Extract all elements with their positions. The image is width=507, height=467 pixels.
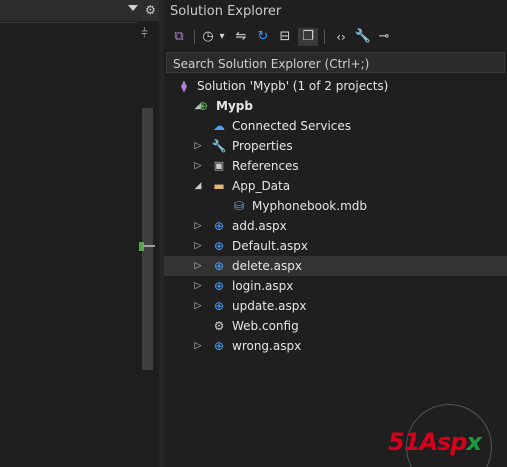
- sync-icon[interactable]: ⇋: [232, 28, 250, 46]
- expand-arrow-icon[interactable]: ▷: [193, 336, 203, 356]
- solution-icon: ⧫: [181, 79, 187, 93]
- tree-item[interactable]: ⚙ Web.config: [164, 316, 507, 336]
- code-view-icon[interactable]: ‹›: [331, 28, 351, 46]
- refresh-icon[interactable]: ↻: [254, 28, 272, 46]
- tree-item[interactable]: ▷ ⊕ delete.aspx: [164, 256, 507, 276]
- tree-item[interactable]: ▷ ▣ References: [164, 156, 507, 176]
- tree-item[interactable]: ◢ ▬ App_Data: [164, 176, 507, 196]
- project-icon: ⊕: [197, 99, 209, 113]
- web-page-icon: ⊕: [213, 239, 225, 253]
- editor-topbar: ⚙: [0, 0, 159, 22]
- tree-item[interactable]: ▷ ⊕ Default.aspx: [164, 236, 507, 256]
- editor-pane: ⚙ ⫩: [0, 0, 159, 467]
- tree-item[interactable]: ◢ ⊕ Mypb: [164, 96, 507, 116]
- watermark-brand: 51Aspx: [388, 428, 482, 456]
- tree-item[interactable]: ☁ Connected Services: [164, 116, 507, 136]
- folder-icon: ▬: [213, 179, 225, 193]
- expand-arrow-icon[interactable]: ▷: [193, 236, 203, 256]
- show-all-files-icon[interactable]: ❐: [298, 28, 318, 46]
- history-dropdown-icon[interactable]: ▾: [217, 28, 227, 46]
- expand-arrow-icon[interactable]: ▷: [193, 296, 203, 316]
- expand-arrow-icon[interactable]: ▷: [193, 256, 203, 276]
- tree-item[interactable]: ▷ ⊕ update.aspx: [164, 296, 507, 316]
- web-page-icon: ⊕: [213, 339, 225, 353]
- history-icon[interactable]: ◷: [200, 28, 216, 46]
- tree-item-label: References: [232, 159, 299, 173]
- web-page-icon: ⊕: [213, 259, 225, 273]
- config-gear-icon: ⚙: [213, 319, 225, 333]
- solution-explorer: Solution Explorer ⧉ ◷ ▾ ⇋ ↻ ⊟ ❐ ‹› 🔧 ⊸ ⧫…: [164, 0, 507, 467]
- tree-item[interactable]: ⧫ Solution 'Mypb' (1 of 2 projects): [164, 76, 507, 96]
- tree-item-label: update.aspx: [232, 299, 307, 313]
- tree-item[interactable]: ▷ ⊕ add.aspx: [164, 216, 507, 236]
- scroll-position-marker: [143, 245, 155, 247]
- tree-item-label: Web.config: [232, 319, 299, 333]
- search-box[interactable]: [166, 52, 505, 74]
- tree-item-label: Connected Services: [232, 119, 352, 133]
- wrench-icon: 🔧: [211, 139, 227, 153]
- web-page-icon: ⊕: [213, 299, 225, 313]
- search-input[interactable]: [167, 54, 504, 74]
- editor-scrollbar[interactable]: [142, 108, 153, 370]
- switch-views-icon[interactable]: ⧉: [170, 28, 188, 46]
- solution-explorer-toolbar: ⧉ ◷ ▾ ⇋ ↻ ⊟ ❐ ‹› 🔧 ⊸: [164, 24, 507, 50]
- expand-arrow-icon[interactable]: ▷: [193, 156, 203, 176]
- tree-item-label: add.aspx: [232, 219, 287, 233]
- web-page-icon: ⊕: [213, 219, 225, 233]
- expand-arrow-icon[interactable]: ▷: [193, 216, 203, 236]
- connected-services-icon: ☁: [213, 119, 225, 133]
- tree-item-label: App_Data: [232, 179, 291, 193]
- collapse-all-icon[interactable]: ⊟: [276, 28, 294, 46]
- references-icon: ▣: [213, 159, 225, 172]
- tree-item-label: delete.aspx: [232, 259, 302, 273]
- split-editor-icon[interactable]: ⫩: [141, 26, 148, 40]
- tree-item-label: Properties: [232, 139, 293, 153]
- tree-item-label: login.aspx: [232, 279, 294, 293]
- panel-title: Solution Explorer: [170, 4, 282, 19]
- web-page-icon: ⊕: [213, 279, 225, 293]
- toolbar-separator: [194, 30, 195, 44]
- database-icon: ⛁: [233, 199, 245, 213]
- tree-item[interactable]: ▷ 🔧 Properties: [164, 136, 507, 156]
- tree-item-label: Mypb: [216, 99, 253, 113]
- tree-item-label: Solution 'Mypb' (1 of 2 projects): [197, 79, 389, 93]
- preview-icon[interactable]: ⊸: [375, 28, 393, 46]
- tree-item-label: wrong.aspx: [232, 339, 302, 353]
- properties-icon[interactable]: 🔧: [354, 28, 372, 46]
- tree-item-label: Myphonebook.mdb: [252, 199, 367, 213]
- editor-divider: [0, 22, 137, 23]
- gear-icon[interactable]: ⚙: [145, 2, 156, 18]
- chevron-down-icon[interactable]: [128, 5, 138, 11]
- toolbar-separator: [324, 30, 325, 44]
- tree-item-label: Default.aspx: [232, 239, 308, 253]
- tree-item[interactable]: ⛁ Myphonebook.mdb: [164, 196, 507, 216]
- expand-arrow-icon[interactable]: ▷: [193, 276, 203, 296]
- collapse-arrow-icon[interactable]: ◢: [193, 176, 203, 196]
- tree-item[interactable]: ▷ ⊕ wrong.aspx: [164, 336, 507, 356]
- ide-window: ⚙ ⫩ Solution Explorer ⧉ ◷ ▾ ⇋ ↻ ⊟ ❐ ‹› 🔧…: [0, 0, 507, 467]
- watermark-logo: 51Aspx: [388, 400, 507, 467]
- tree-item[interactable]: ▷ ⊕ login.aspx: [164, 276, 507, 296]
- expand-arrow-icon[interactable]: ▷: [193, 136, 203, 156]
